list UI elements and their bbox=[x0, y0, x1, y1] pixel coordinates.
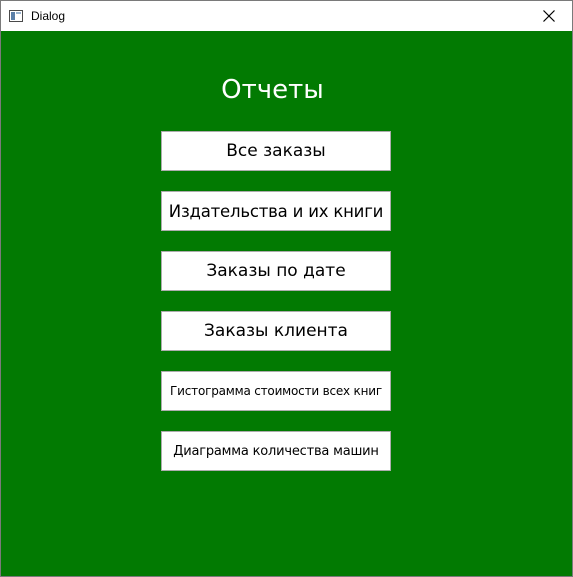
cars-count-diagram-button[interactable]: Диаграмма количества машин bbox=[161, 431, 391, 471]
books-cost-histogram-button[interactable]: Гистограмма стоимости всех книг bbox=[161, 371, 391, 411]
publishers-books-button[interactable]: Издательства и их книги bbox=[161, 191, 391, 231]
window-app-icon bbox=[9, 10, 23, 22]
orders-by-date-button[interactable]: Заказы по дате bbox=[161, 251, 391, 291]
dialog-window: Dialog Отчеты Все заказы Издательства и … bbox=[0, 0, 573, 577]
client-orders-button[interactable]: Заказы клиента bbox=[161, 311, 391, 351]
title-bar[interactable]: Dialog bbox=[1, 1, 572, 31]
dialog-content: Отчеты Все заказы Издательства и их книг… bbox=[1, 31, 572, 576]
close-button[interactable] bbox=[526, 1, 572, 31]
window-title: Dialog bbox=[31, 9, 66, 23]
close-icon bbox=[543, 10, 555, 22]
all-orders-button[interactable]: Все заказы bbox=[161, 131, 391, 171]
page-title: Отчеты bbox=[221, 75, 324, 105]
